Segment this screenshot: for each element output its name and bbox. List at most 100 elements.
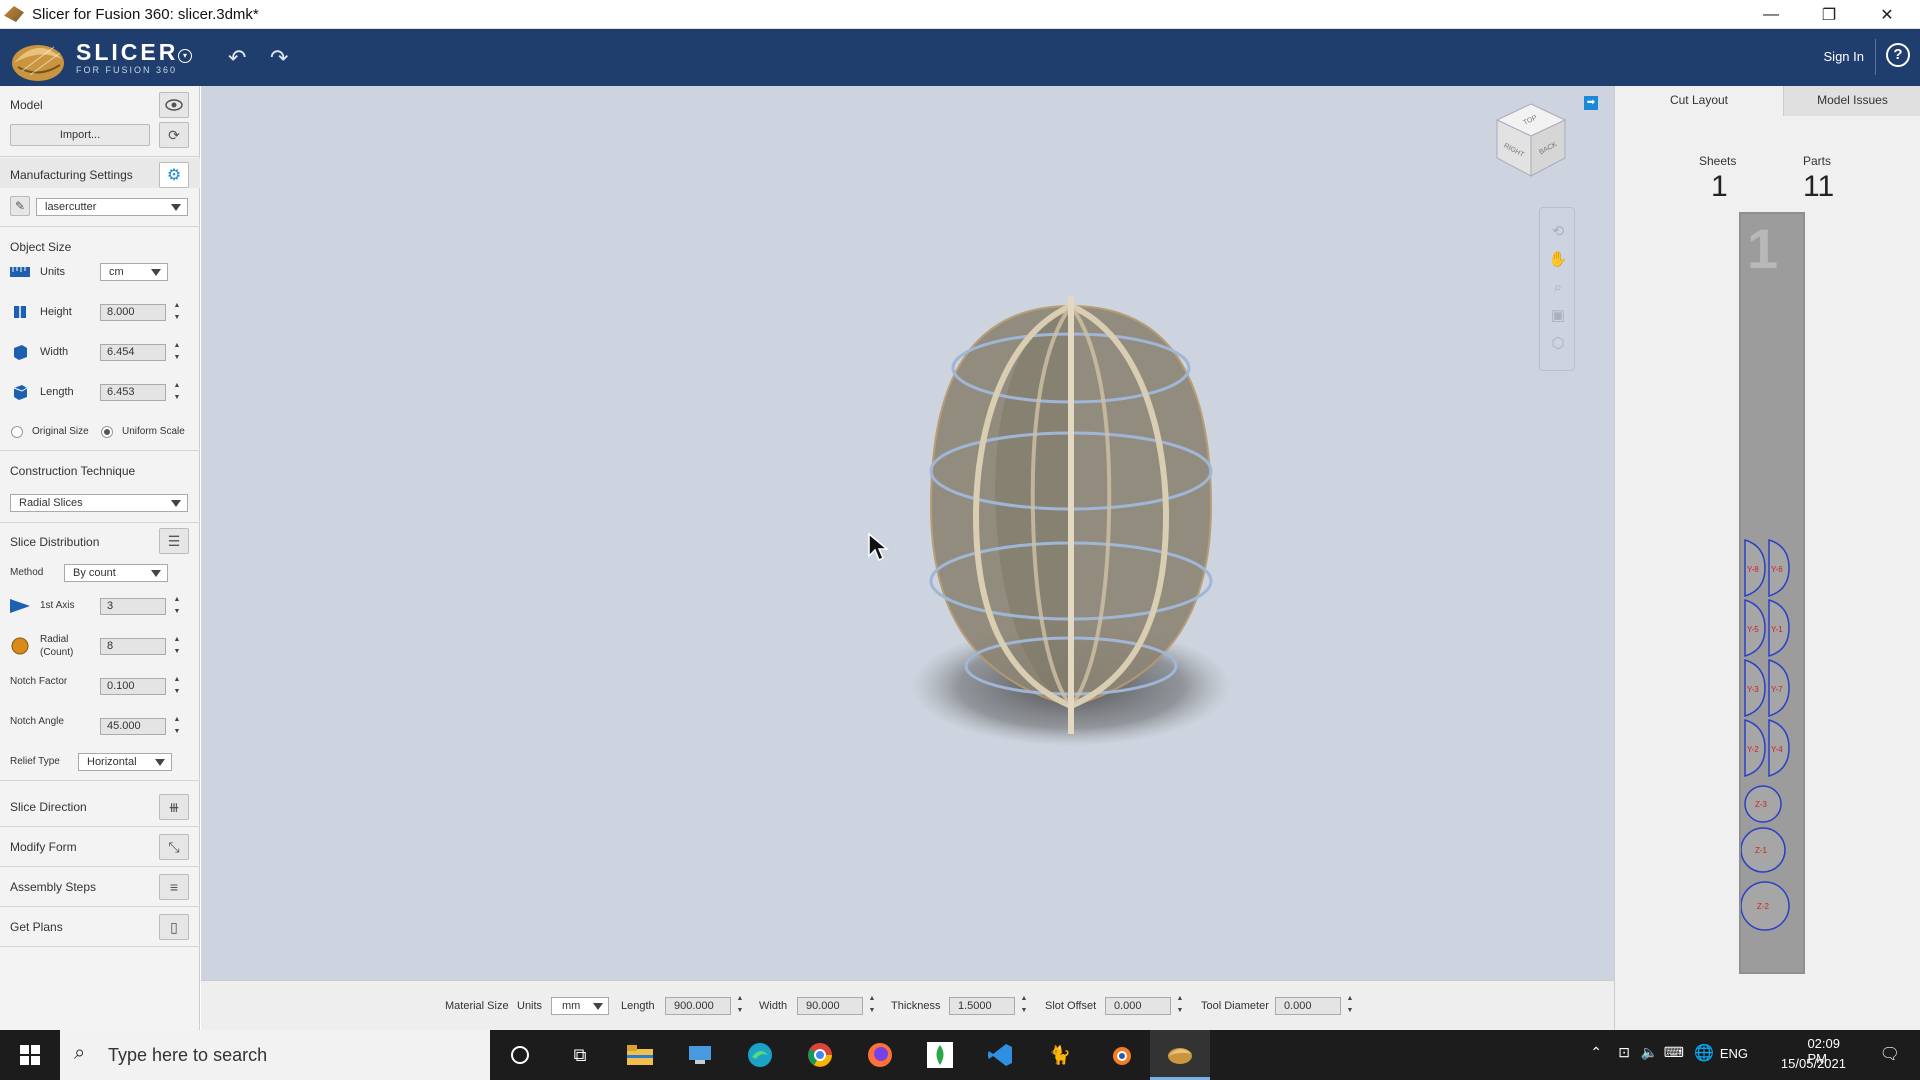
slicer-taskbar-icon[interactable] bbox=[1150, 1030, 1210, 1080]
tab-model-issues[interactable]: Model Issues bbox=[1783, 86, 1920, 116]
height-input[interactable]: 8.000 bbox=[100, 304, 166, 321]
inkscape-app-icon[interactable] bbox=[910, 1030, 970, 1080]
visibility-eye-icon[interactable] bbox=[159, 92, 189, 118]
firefox-browser-icon[interactable] bbox=[850, 1030, 910, 1080]
part-label: Z-3 bbox=[1755, 800, 1768, 809]
windows-start-icon[interactable] bbox=[0, 1030, 60, 1080]
material-units-select[interactable]: mm bbox=[551, 997, 609, 1015]
header-divider bbox=[1875, 39, 1876, 75]
thickness-input[interactable]: 1.5000 bbox=[949, 997, 1015, 1015]
tool-diameter-stepper[interactable]: ▲ ▼ bbox=[1344, 993, 1356, 1019]
restore-button[interactable]: ❐ bbox=[1800, 0, 1858, 29]
sign-in-link[interactable]: Sign In bbox=[1824, 49, 1864, 64]
slice-distribution-title: Slice Distribution bbox=[10, 535, 100, 549]
search-icon: ⌕ bbox=[74, 1042, 86, 1064]
tab-cut-layout[interactable]: Cut Layout bbox=[1615, 86, 1783, 116]
height-icon bbox=[10, 304, 30, 320]
machine-profile-select[interactable]: lasercutter bbox=[36, 198, 188, 216]
length-stepper[interactable]: ▲ ▼ bbox=[171, 380, 183, 406]
app-menu-chevron-icon[interactable]: ▾ bbox=[178, 49, 192, 63]
slot-offset-stepper[interactable]: ▲ ▼ bbox=[1174, 993, 1186, 1019]
globe-language-icon[interactable]: 🌐 bbox=[1694, 1043, 1714, 1063]
thickness-label: Thickness bbox=[891, 1000, 941, 1012]
pan-hand-icon[interactable]: ✋ bbox=[1548, 250, 1568, 270]
home-view-icon[interactable]: ⬡ bbox=[1548, 334, 1568, 354]
edge-browser-icon[interactable] bbox=[730, 1030, 790, 1080]
file-explorer-icon[interactable] bbox=[610, 1030, 670, 1080]
chrome-browser-icon[interactable] bbox=[790, 1030, 850, 1080]
cortana-icon[interactable] bbox=[490, 1030, 550, 1080]
refresh-icon[interactable]: ⟳ bbox=[159, 122, 189, 148]
tool-diameter-input[interactable]: 0.000 bbox=[1275, 997, 1341, 1015]
close-button[interactable]: ✕ bbox=[1858, 0, 1916, 29]
slicer-app-icon bbox=[4, 6, 24, 22]
cat-app-icon[interactable]: 🐈 bbox=[1030, 1030, 1090, 1080]
minimize-button[interactable]: — bbox=[1742, 0, 1800, 29]
3d-viewport[interactable]: ➡ TOP RIGHT BACK ⟲ ✋ ⌕ ▣ ⬡ bbox=[201, 86, 1614, 1030]
modify-form-label: Modify Form bbox=[10, 840, 77, 854]
notch-angle-input[interactable]: 45.000 bbox=[100, 718, 166, 735]
manufacturing-gear-icon[interactable]: ⚙ bbox=[159, 162, 189, 188]
height-stepper[interactable]: ▲ ▼ bbox=[171, 300, 183, 326]
taskbar-search-box[interactable]: ⌕ Type here to search bbox=[60, 1030, 490, 1080]
radial-count-input[interactable]: 8 bbox=[100, 638, 166, 655]
material-width-stepper[interactable]: ▲ ▼ bbox=[866, 993, 878, 1019]
tray-chevron-up-icon[interactable]: ⌃ bbox=[1590, 1044, 1602, 1061]
width-stepper[interactable]: ▲ ▼ bbox=[171, 340, 183, 366]
redo-button[interactable]: ↷ bbox=[270, 45, 288, 71]
notch-factor-input[interactable]: 0.100 bbox=[100, 678, 166, 695]
first-axis-input[interactable]: 3 bbox=[100, 598, 166, 615]
notch-factor-label: Notch Factor bbox=[10, 676, 68, 687]
orbit-icon[interactable]: ⟲ bbox=[1548, 222, 1568, 242]
assembly-steps-icon[interactable]: ≡ bbox=[159, 874, 189, 900]
relief-type-select[interactable]: Horizontal bbox=[78, 753, 172, 771]
notch-factor-stepper[interactable]: ▲ ▼ bbox=[171, 674, 183, 700]
notch-angle-stepper[interactable]: ▲ ▼ bbox=[171, 714, 183, 740]
view-cube[interactable]: TOP RIGHT BACK bbox=[1491, 100, 1571, 180]
slice-direction-icon[interactable]: ⧻ bbox=[159, 794, 189, 820]
slice-distribution-list-icon[interactable]: ☰ bbox=[159, 528, 189, 554]
material-width-input[interactable]: 90.000 bbox=[797, 997, 863, 1015]
undo-button[interactable]: ↶ bbox=[228, 45, 246, 71]
original-size-radio[interactable] bbox=[11, 426, 23, 438]
material-length-input[interactable]: 900.000 bbox=[665, 997, 731, 1015]
height-label: Height bbox=[40, 306, 72, 318]
clock-date[interactable]: 15/05/2021 bbox=[1781, 1056, 1846, 1071]
part-label: Y-6 bbox=[1771, 565, 1783, 574]
construction-technique-select[interactable]: Radial Slices bbox=[10, 494, 188, 512]
input-method-icon[interactable]: ⌨ bbox=[1664, 1044, 1684, 1061]
fit-view-icon[interactable]: ▣ bbox=[1548, 306, 1568, 326]
thickness-stepper[interactable]: ▲ ▼ bbox=[1018, 993, 1030, 1019]
length-label: Length bbox=[40, 386, 74, 398]
width-input[interactable]: 6.454 bbox=[100, 344, 166, 361]
import-button[interactable]: Import... bbox=[10, 124, 150, 146]
language-indicator[interactable]: ENG bbox=[1720, 1046, 1748, 1061]
zoom-magnifier-icon[interactable]: ⌕ bbox=[1548, 278, 1568, 298]
first-axis-stepper[interactable]: ▲ ▼ bbox=[171, 594, 183, 620]
help-icon[interactable]: ? bbox=[1886, 43, 1910, 67]
pc-app-icon[interactable] bbox=[670, 1030, 730, 1080]
slot-offset-input[interactable]: 0.000 bbox=[1105, 997, 1171, 1015]
window-title-bar: Slicer for Fusion 360: slicer.3dmk* — ❐ … bbox=[0, 0, 1920, 29]
sheet-preview[interactable]: 1 Y-8 Y-6 Y-5 Y-1 Y-3 Y-7 Y-2 Y-4 Z-3 Z-… bbox=[1739, 212, 1805, 974]
radial-count-stepper[interactable]: ▲ ▼ bbox=[171, 634, 183, 660]
get-plans-label: Get Plans bbox=[10, 920, 63, 934]
assembly-steps-label: Assembly Steps bbox=[10, 880, 97, 894]
material-length-stepper[interactable]: ▲ ▼ bbox=[734, 993, 746, 1019]
get-plans-icon[interactable]: ▯ bbox=[159, 914, 189, 940]
network-storage-icon[interactable]: ⊡ bbox=[1618, 1044, 1630, 1061]
radial-circle-icon bbox=[10, 637, 30, 655]
blender-app-icon[interactable] bbox=[1090, 1030, 1150, 1080]
modify-form-icon[interactable]: ⤡ bbox=[159, 834, 189, 860]
notifications-icon[interactable]: 🗨 bbox=[1880, 1044, 1900, 1064]
collapse-panel-arrow-icon[interactable]: ➡ bbox=[1584, 96, 1598, 110]
method-select[interactable]: By count bbox=[64, 564, 168, 582]
edit-pencil-icon[interactable]: ✎ bbox=[10, 196, 30, 216]
vscode-app-icon[interactable] bbox=[970, 1030, 1030, 1080]
units-select[interactable]: cm bbox=[100, 263, 168, 281]
uniform-scale-radio[interactable] bbox=[101, 426, 113, 438]
task-view-icon[interactable]: ⧉ bbox=[550, 1030, 610, 1080]
volume-icon[interactable]: 🔈 bbox=[1641, 1044, 1658, 1061]
cut-layout-panel: Cut Layout Model Issues Sheets 1 Parts 1… bbox=[1614, 86, 1920, 1030]
length-input[interactable]: 6.453 bbox=[100, 384, 166, 401]
